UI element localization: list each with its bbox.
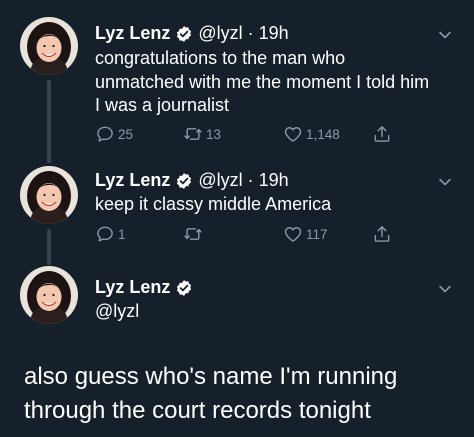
author-name[interactable]: Lyz Lenz: [95, 23, 170, 44]
chevron-down-icon[interactable]: [437, 174, 453, 190]
separator-dot: ·: [247, 23, 254, 43]
reply-count: 1: [118, 226, 126, 242]
chevron-down-icon[interactable]: [437, 27, 453, 43]
tweet-header: Lyz Lenz: [95, 277, 193, 298]
reply-icon: [95, 124, 115, 144]
retweet-icon: [183, 224, 203, 244]
tweet-actions: 1 117: [95, 224, 425, 246]
tweet-text-line: keep it classy middle America: [95, 194, 332, 214]
heart-icon: [283, 124, 303, 144]
tweet-text-line: through the court records tonight: [24, 397, 371, 424]
author-name[interactable]: Lyz Lenz: [95, 170, 170, 191]
heart-icon: [283, 224, 303, 244]
author-handle[interactable]: @lyzl: [95, 301, 139, 322]
like-count: 1,148: [306, 126, 340, 142]
timestamp[interactable]: 19h: [259, 170, 289, 191]
avatar[interactable]: [20, 166, 78, 224]
tweet-text-line: congratulations to the man who: [95, 48, 346, 68]
verified-badge-icon: [175, 25, 193, 43]
tweet-text-line: I was a journalist: [95, 95, 230, 115]
retweet-count: 13: [206, 126, 222, 142]
share-icon: [372, 124, 392, 144]
author-handle[interactable]: @lyzl: [198, 170, 242, 191]
tweet-main-text: also guess who's name I'm running throug…: [24, 360, 464, 428]
tweet-2[interactable]: Lyz Lenz @lyzl · 19h keep it classy midd…: [0, 162, 474, 265]
separator-dot: ·: [247, 170, 254, 190]
share-icon: [372, 224, 392, 244]
tweet-thread: Lyz Lenz @lyzl · 19h congratulations to …: [0, 0, 474, 437]
like-count: 117: [306, 226, 328, 242]
verified-badge-icon: [175, 279, 193, 297]
like-button[interactable]: 117: [283, 224, 328, 244]
retweet-button[interactable]: [183, 224, 206, 244]
timestamp[interactable]: 19h: [259, 23, 289, 44]
share-button[interactable]: [372, 124, 392, 144]
author-name[interactable]: Lyz Lenz: [95, 277, 170, 298]
tweet-text-line: unmatched with me the moment I told him: [95, 71, 430, 92]
like-button[interactable]: 1,148: [283, 124, 340, 144]
tweet-text: keep it classy middle America: [95, 193, 455, 217]
tweet-3[interactable]: Lyz Lenz @lyzl: [0, 260, 474, 340]
verified-badge-icon: [175, 172, 193, 190]
thread-connector: [47, 80, 51, 163]
avatar[interactable]: [20, 17, 78, 75]
tweet-header: Lyz Lenz @lyzl · 19h: [95, 23, 289, 44]
avatar[interactable]: [20, 266, 78, 324]
reply-count: 25: [118, 126, 134, 142]
author-handle[interactable]: @lyzl: [198, 23, 242, 44]
retweet-icon: [183, 124, 203, 144]
tweet-text-line: also guess who's name I'm running: [24, 363, 398, 390]
share-button[interactable]: [372, 224, 392, 244]
tweet-text: congratulations to the man who unmatched…: [95, 47, 455, 118]
reply-button[interactable]: 25: [95, 124, 133, 144]
tweet-header: Lyz Lenz @lyzl · 19h: [95, 170, 289, 191]
retweet-button[interactable]: 13: [183, 124, 221, 144]
reply-button[interactable]: 1: [95, 224, 126, 244]
chevron-down-icon[interactable]: [437, 281, 453, 297]
tweet-1[interactable]: Lyz Lenz @lyzl · 19h congratulations to …: [0, 0, 474, 163]
tweet-actions: 25 13 1,148: [95, 124, 425, 146]
reply-icon: [95, 224, 115, 244]
